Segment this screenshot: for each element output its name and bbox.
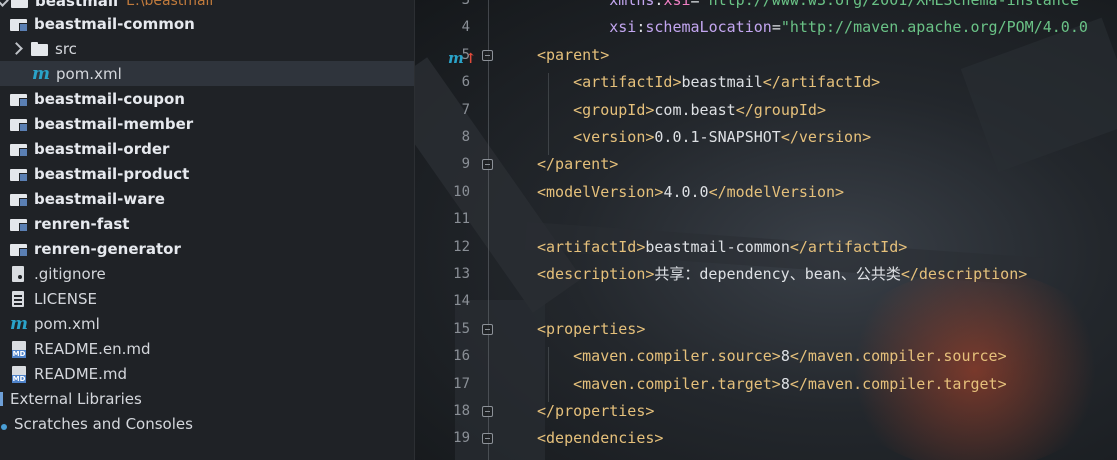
line-number: 16 (453, 348, 470, 365)
code-line[interactable]: xmlns:xsi="http://www.w3.org/2001/XMLSch… (537, 0, 1088, 14)
module-folder-icon (10, 91, 28, 107)
text-file-icon (10, 290, 28, 307)
line-number: 3 (461, 0, 470, 8)
line-number: 4 (461, 19, 470, 36)
markdown-file-icon (10, 365, 28, 383)
line-number: 14 (453, 293, 470, 310)
tree-item-label: beastmail-order (34, 139, 170, 158)
tree-item-label: renren-generator (34, 239, 181, 258)
editor-gutter: m↑ 3 4 5 6 7 8 9 10 11 12 13 14 15 16 17 18 19 (415, 0, 525, 460)
code-editor[interactable]: m↑ 3 4 5 6 7 8 9 10 11 12 13 14 15 16 17 18 19 xmlns:xsi… (415, 0, 1117, 460)
tree-item[interactable]: beastmail-common (0, 11, 414, 36)
line-number: 19 (453, 430, 470, 447)
tree-item[interactable]: beastmail-member (0, 111, 414, 136)
tree-item[interactable]: README.en.md (0, 336, 414, 361)
tree-item[interactable]: beastmail-ware (0, 186, 414, 211)
code-line[interactable]: <groupId>com.beast</groupId> (537, 97, 826, 124)
line-number: 10 (453, 183, 470, 200)
fold-toggle-icon[interactable] (482, 159, 493, 171)
chevron-right-icon[interactable] (10, 42, 23, 55)
fold-toggle-icon[interactable] (482, 406, 493, 417)
tree-item[interactable]: Scratches and Consoles (0, 411, 414, 436)
module-folder-icon (10, 191, 28, 207)
tree-item-label: LICENSE (34, 289, 97, 308)
line-number: 13 (453, 266, 470, 282)
tree-item-label: pom.xml (56, 64, 122, 83)
line-number: 18 (453, 403, 470, 419)
module-folder-icon (10, 116, 28, 132)
line-number: 9 (461, 156, 470, 173)
chevron-down-icon[interactable] (0, 0, 9, 7)
code-line[interactable]: <modelVersion>4.0.0</modelVersion> (537, 179, 844, 206)
maven-icon: m (10, 313, 28, 334)
line-number: 11 (453, 211, 470, 228)
tree-item-label: README.md (34, 364, 128, 383)
tree-item[interactable]: LICENSE (0, 286, 414, 311)
markdown-file-icon (10, 340, 28, 358)
tree-item-label: .gitignore (34, 264, 106, 283)
module-folder-icon (10, 141, 28, 157)
tree-item[interactable]: .gitignore (0, 261, 414, 286)
tree-root-path: E:\beastmail (126, 0, 214, 9)
module-folder-icon (10, 241, 28, 257)
tree-item[interactable]: README.md (0, 361, 414, 386)
tree-item-label: README.en.md (34, 339, 151, 358)
tree-item[interactable]: renren-fast (0, 211, 414, 236)
tree-item-label: src (55, 39, 77, 58)
tree-item[interactable]: renren-generator (0, 236, 414, 261)
tree-root-label: beastmail (35, 0, 119, 10)
tree-item-label: beastmail-ware (34, 189, 165, 208)
code-line[interactable]: <description>共享：dependency、bean、公共类</des… (537, 261, 1027, 288)
tree-item-label: beastmail-common (34, 14, 195, 33)
code-line[interactable]: <artifactId>beastmail</artifactId> (537, 69, 880, 96)
tree-item[interactable]: m pom.xml (0, 311, 414, 336)
tree-item-label: pom.xml (34, 314, 100, 333)
code-line[interactable]: <properties> (537, 316, 645, 343)
code-line[interactable]: xsi:schemaLocation="http://maven.apache.… (537, 14, 1088, 41)
tree-item-label: External Libraries (10, 389, 142, 408)
line-number: 5 (461, 46, 470, 63)
folder-icon (31, 41, 49, 57)
module-folder-icon (10, 16, 28, 32)
line-number: 8 (461, 129, 470, 145)
code-line[interactable]: <dependencies> (537, 425, 663, 452)
code-line[interactable]: <maven.compiler.target>8</maven.compiler… (537, 371, 1007, 398)
line-number: 17 (453, 375, 470, 392)
module-folder-icon (10, 216, 28, 232)
code-line[interactable]: </properties> (537, 398, 654, 425)
line-number: 6 (461, 74, 470, 91)
maven-icon: m (32, 63, 50, 84)
libraries-icon (0, 391, 3, 406)
tree-item[interactable]: beastmail-order (0, 136, 414, 161)
tree-item-label: renren-fast (34, 214, 130, 233)
code-line[interactable]: <parent> (537, 42, 609, 69)
fold-toggle-icon[interactable] (482, 49, 493, 61)
tree-item-label: Scratches and Consoles (14, 414, 193, 433)
line-number: 12 (453, 238, 470, 255)
tree-item-label: beastmail-coupon (34, 89, 185, 108)
tree-item[interactable]: m pom.xml (0, 61, 414, 86)
code-line[interactable]: <version>0.0.1-SNAPSHOT</version> (537, 124, 871, 151)
gitignore-file-icon (10, 265, 28, 282)
module-folder-icon (10, 166, 28, 182)
tree-item[interactable]: beastmail-product (0, 161, 414, 186)
fold-toggle-icon[interactable] (482, 323, 493, 335)
line-number: 15 (453, 320, 470, 337)
fold-line (488, 0, 489, 460)
line-number: 7 (461, 101, 470, 118)
scratches-icon (0, 418, 10, 430)
code-line[interactable]: <artifactId>beastmail-common</artifactId… (537, 234, 907, 261)
code-line[interactable]: </parent> (537, 151, 618, 178)
tree-item[interactable]: src (0, 36, 414, 61)
tree-item[interactable]: External Libraries (0, 386, 414, 411)
project-tree-panel[interactable]: beastmail E:\beastmail beastmail-common s… (0, 0, 415, 460)
code-line[interactable]: <maven.compiler.source>8</maven.compiler… (537, 343, 1007, 370)
tree-item-label: beastmail-member (34, 114, 194, 133)
tree-item-label: beastmail-product (34, 164, 190, 183)
tree-item[interactable]: beastmail-coupon (0, 86, 414, 111)
fold-toggle-icon[interactable] (482, 433, 493, 445)
folder-icon (11, 0, 29, 9)
